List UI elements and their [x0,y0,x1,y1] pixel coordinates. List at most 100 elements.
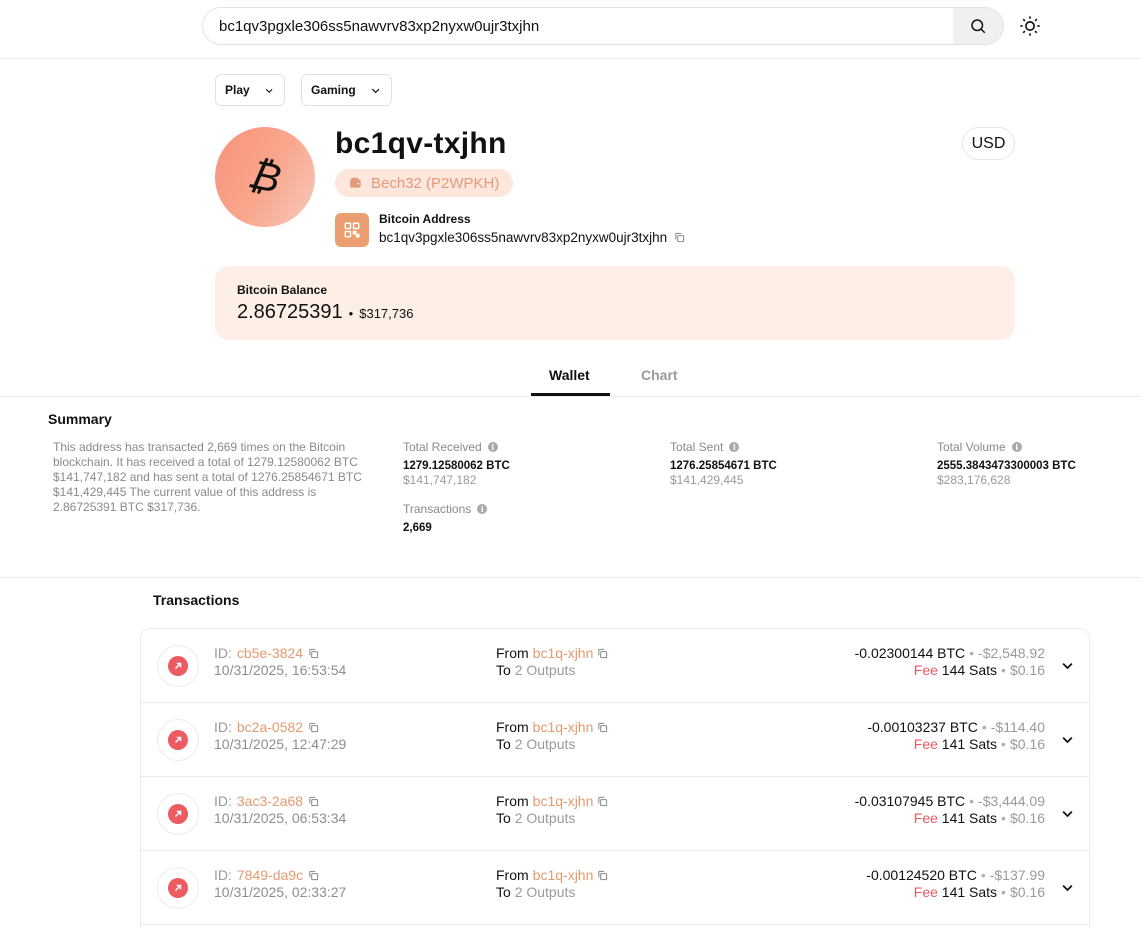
arrow-up-right-icon [174,736,182,744]
outputs-link[interactable]: 2 Outputs [515,662,576,678]
copy-icon[interactable] [597,648,608,659]
search-icon [971,19,986,34]
transaction-fee: Fee 141 Sats • $0.16 [913,884,1045,900]
amount-usd: -$2,548.92 [978,645,1045,661]
transaction-row[interactable]: ID: bc2a-0582 10/31/2025, 12:47:29 From bc… [141,703,1089,777]
fee-label: Fee [913,884,938,900]
transaction-from: From bc1q-xjhn [496,793,608,809]
stat-value: 1279.12580062 BTC [403,460,510,472]
id-prefix: ID: [214,793,232,809]
copy-icon[interactable] [308,648,319,659]
fee-label: Fee [913,810,938,826]
transaction-amount: -0.00124520 BTC • -$137.99 [866,867,1045,883]
summary-description: This address has transacted 2,669 times … [53,440,362,514]
to-label: To [496,884,511,900]
info-icon[interactable]: i [487,442,498,452]
bitcoin-avatar: ₿ [215,127,315,227]
outputs-link[interactable]: 2 Outputs [515,884,576,900]
transaction-row[interactable]: ID: 3ac3-2a68 10/31/2025, 06:53:34 From bc… [141,777,1089,851]
balance-separator: • [348,306,354,321]
tab-chart[interactable]: Chart [641,367,678,383]
transaction-id-link[interactable]: 7849-da9c [237,867,303,883]
transaction-id-link[interactable]: bc2a-0582 [237,719,303,735]
theme-toggle-button[interactable] [1018,14,1042,38]
transaction-from: From bc1q-xjhn [496,867,608,883]
outputs-link[interactable]: 2 Outputs [515,810,576,826]
transaction-id-link[interactable]: 3ac3-2a68 [237,793,303,809]
expand-button[interactable] [1059,731,1075,747]
amount-btc: -0.00124520 BTC [866,867,977,883]
stat-value: 2,669 [403,522,432,534]
gaming-dropdown[interactable]: Gaming [301,74,392,106]
copy-icon[interactable] [597,870,608,881]
transaction-date: 10/31/2025, 02:33:27 [214,884,347,900]
stat-total-received: Total Received i 1279.12580062 BTC $141,7… [403,440,510,487]
copy-icon[interactable] [674,232,685,243]
transaction-to: To 2 Outputs [496,884,575,900]
arrow-up-right-icon [174,884,182,892]
transaction-id: ID: bc2a-0582 [214,719,319,735]
fee-sats: 141 Sats [941,810,998,826]
fee-usd: $0.16 [1009,662,1045,678]
expand-button[interactable] [1059,805,1075,821]
stat-label: Total Sent i [670,440,777,454]
amount-usd: -$3,444.09 [978,793,1045,809]
arrow-up-right-icon [174,810,182,818]
tab-wallet[interactable]: Wallet [549,367,590,383]
fee-usd: $0.16 [1009,884,1045,900]
info-icon[interactable]: i [1011,442,1022,452]
transactions-list: ID: cb5e-3824 10/31/2025, 16:53:54 From bc… [140,628,1090,928]
fee-sats: 141 Sats [941,736,998,752]
copy-icon[interactable] [597,722,608,733]
transaction-amount: -0.03107945 BTC • -$3,444.09 [854,793,1045,809]
outgoing-badge [157,793,199,835]
play-dropdown[interactable]: Play [215,74,285,106]
search-button[interactable] [953,8,1003,44]
transaction-to: To 2 Outputs [496,662,575,678]
transaction-amount: -0.00103237 BTC • -$114.40 [867,719,1045,735]
transaction-row[interactable]: ID: 7849-da9c 10/31/2025, 02:33:27 From bc… [141,851,1089,925]
expand-button[interactable] [1059,879,1075,895]
chevron-down-icon [1062,810,1072,817]
bitcoin-icon: ₿ [244,151,286,203]
to-label: To [496,736,511,752]
outputs-link[interactable]: 2 Outputs [515,736,576,752]
info-icon[interactable]: i [477,504,488,514]
wallet-icon [350,177,361,188]
from-address-link[interactable]: bc1q-xjhn [533,793,594,809]
play-dropdown-label: Play [225,83,250,97]
stat-value: 1276.25854671 BTC [670,460,777,472]
balance-btc: 2.86725391 [237,301,343,323]
stat-label-text: Transactions [403,502,472,516]
qr-code-button[interactable] [335,213,369,247]
info-icon[interactable]: i [729,442,740,452]
search-box[interactable] [202,7,1004,45]
copy-icon[interactable] [308,870,319,881]
expand-button[interactable] [1059,657,1075,673]
copy-icon[interactable] [597,796,608,807]
transaction-id: ID: cb5e-3824 [214,645,319,661]
gaming-dropdown-label: Gaming [311,83,356,97]
chevron-down-icon [1062,736,1072,743]
transaction-id: ID: 7849-da9c [214,867,319,883]
amount-usd: -$137.99 [989,867,1045,883]
stat-label: Total Received i [403,440,510,454]
transaction-row[interactable]: ID: cb5e-3824 10/31/2025, 16:53:54 From bc… [141,629,1089,703]
search-input[interactable] [219,8,939,44]
from-address-link[interactable]: bc1q-xjhn [533,719,594,735]
fee-label: Fee [913,662,938,678]
from-address-link[interactable]: bc1q-xjhn [533,645,594,661]
balance-usd: $317,736 [359,306,414,321]
to-label: To [496,662,511,678]
amount-btc: -0.03107945 BTC [854,793,966,809]
balance-label: Bitcoin Balance [237,283,328,297]
transaction-from: From bc1q-xjhn [496,719,608,735]
from-address-link[interactable]: bc1q-xjhn [533,867,594,883]
transaction-id-link[interactable]: cb5e-3824 [237,645,303,661]
copy-icon[interactable] [308,722,319,733]
copy-icon[interactable] [308,796,319,807]
outgoing-badge [157,867,199,909]
currency-toggle-button[interactable]: USD [962,127,1015,160]
chevron-down-icon [1062,884,1072,891]
id-prefix: ID: [214,645,232,661]
